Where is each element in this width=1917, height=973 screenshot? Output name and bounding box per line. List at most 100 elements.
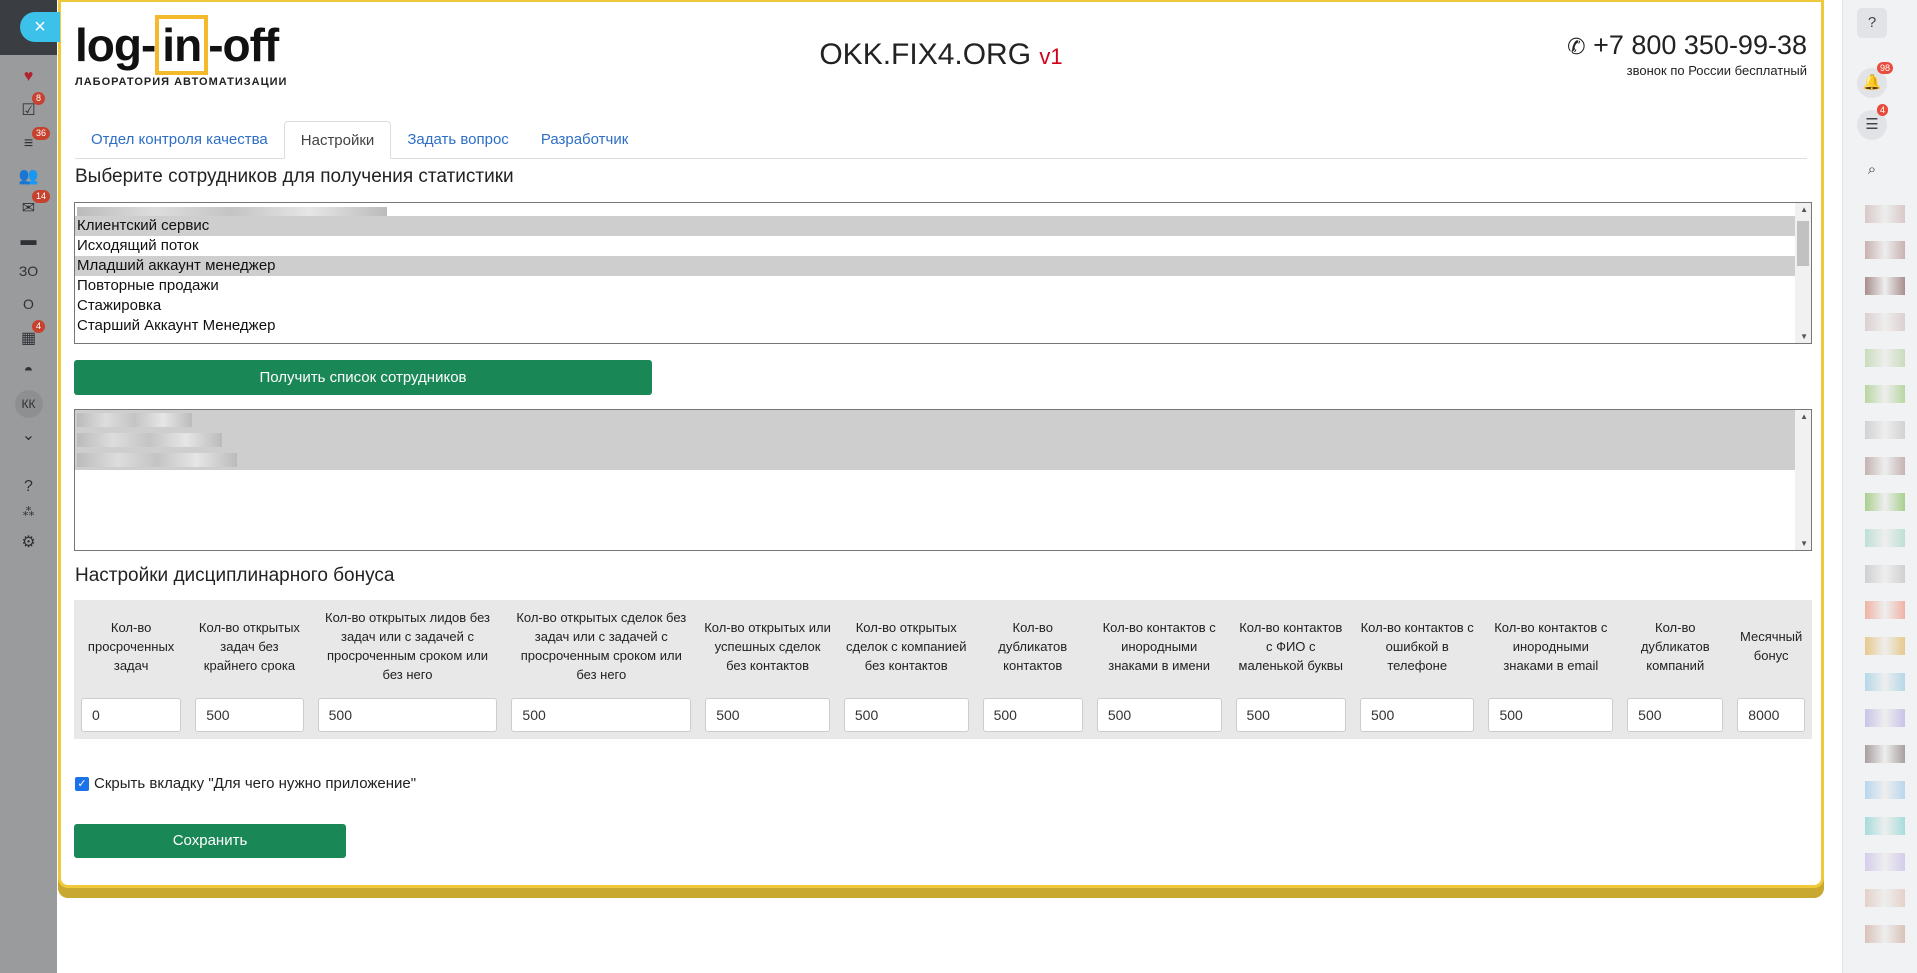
calendar-badge: 4 bbox=[32, 320, 46, 333]
contact-avatar-blurred bbox=[1865, 493, 1905, 511]
bonus-input[interactable] bbox=[317, 698, 498, 732]
column-header: Кол-во открытых сделок без задач или с з… bbox=[516, 610, 687, 682]
bonus-input[interactable] bbox=[1627, 698, 1724, 732]
column-cell bbox=[504, 692, 698, 739]
column-header: Кол-во дубликатов компаний bbox=[1640, 619, 1710, 673]
column-cell bbox=[976, 692, 1090, 739]
column-cell bbox=[1481, 692, 1620, 739]
contact-avatar-blurred bbox=[1865, 637, 1905, 655]
list-item[interactable] bbox=[75, 410, 1811, 430]
contact-avatar-blurred bbox=[1865, 277, 1905, 295]
bonus-input[interactable] bbox=[1488, 698, 1614, 732]
checkbox-label: Скрыть вкладку "Для чего нужно приложени… bbox=[94, 775, 417, 792]
bonus-input[interactable] bbox=[982, 698, 1083, 732]
heart-icon[interactable]: ♥ bbox=[0, 68, 57, 86]
tasks-icon[interactable]: ☑ 8 bbox=[0, 92, 57, 120]
contact-avatar-blurred bbox=[1865, 385, 1905, 403]
page-title: OKK.FIX4.ORG v1 bbox=[61, 38, 1821, 72]
contact-avatar-blurred bbox=[1865, 781, 1905, 799]
column-header: Кол-во контактов с ФИО с маленькой буквы bbox=[1238, 619, 1343, 673]
bonus-input[interactable] bbox=[1235, 698, 1346, 732]
column-header: Кол-во просроченных задач bbox=[87, 619, 175, 673]
contact-avatar-blurred bbox=[1865, 565, 1905, 583]
column-header: Месячный бонус bbox=[1739, 629, 1803, 663]
filter-badge: 36 bbox=[32, 127, 51, 140]
bonus-input[interactable] bbox=[195, 698, 304, 732]
list-item[interactable] bbox=[75, 430, 1811, 450]
column-cell bbox=[698, 692, 837, 739]
bonus-input[interactable] bbox=[705, 698, 830, 732]
list-item[interactable]: Повторные продажи bbox=[75, 276, 1811, 296]
contact-avatar-blurred bbox=[1865, 889, 1905, 907]
tab-developer[interactable]: Разработчик bbox=[525, 121, 644, 158]
bell-icon[interactable]: 🔔 98 bbox=[1857, 62, 1894, 98]
calendar-icon[interactable]: ▦ 4 bbox=[0, 320, 57, 348]
tab-settings[interactable]: Настройки bbox=[283, 121, 392, 159]
mail-icon[interactable]: ✉ 14 bbox=[0, 190, 57, 218]
app-modal: log-in -off ЛАБОРАТОРИЯ АВТОМАТИЗАЦИИ OKK… bbox=[58, 0, 1824, 888]
avatar-initials: КК bbox=[14, 390, 43, 418]
users-icon[interactable]: 👥 bbox=[0, 166, 57, 186]
filter-icon[interactable]: ≡ 36 bbox=[0, 127, 57, 153]
column-cell bbox=[1229, 692, 1353, 739]
close-button[interactable]: × bbox=[20, 12, 60, 42]
phone-number[interactable]: +7 800 350-99-38 bbox=[1593, 30, 1807, 60]
contact-avatar-blurred bbox=[1865, 313, 1905, 331]
list-item[interactable]: Стажировка bbox=[75, 296, 1811, 316]
contact-avatar-blurred bbox=[1865, 205, 1905, 223]
bonus-input[interactable] bbox=[81, 698, 182, 732]
structure-icon[interactable]: ⁂ bbox=[0, 505, 57, 519]
sidebar-item-o[interactable]: О bbox=[0, 296, 57, 312]
contact-avatar-blurred bbox=[1865, 853, 1905, 871]
column-header: Кол-во открытых сделок с компанией без к… bbox=[846, 619, 967, 673]
tasks-badge: 8 bbox=[32, 92, 46, 105]
phone-icon: ✆ bbox=[1567, 34, 1586, 59]
tab-ask-question[interactable]: Задать вопрос bbox=[391, 121, 524, 158]
column-header: Кол-во контактов с инородными знаками в … bbox=[1494, 619, 1608, 673]
sidebar-item-zo[interactable]: ЗО bbox=[0, 263, 57, 279]
contact-avatar-blurred bbox=[1865, 817, 1905, 835]
list-item[interactable]: Клиентский сервис bbox=[75, 216, 1811, 236]
column-header: Кол-во открытых или успешных сделок без … bbox=[704, 619, 831, 673]
list-item[interactable]: Исходящий поток bbox=[75, 236, 1811, 256]
scrollbar[interactable]: ▲ ▼ bbox=[1795, 203, 1811, 343]
column-header: Кол-во открытых задач без крайнего срока bbox=[198, 619, 300, 673]
bonus-input[interactable] bbox=[1737, 698, 1805, 732]
column-header: Кол-во контактов с инородными знаками в … bbox=[1102, 619, 1216, 673]
departments-listbox[interactable]: Клиентский сервис Исходящий поток Младши… bbox=[74, 202, 1812, 344]
checkbox-checked-icon[interactable]: ✓ bbox=[75, 776, 89, 791]
phone-note: звонок по России бесплатный bbox=[1626, 63, 1807, 78]
notifications-badge: 98 bbox=[1877, 62, 1894, 74]
column-cell bbox=[1730, 692, 1812, 739]
get-employees-button[interactable]: Получить список сотрудников bbox=[74, 360, 652, 395]
chevron-down-icon[interactable]: ⌄ bbox=[0, 425, 57, 445]
bonus-input[interactable] bbox=[1096, 698, 1222, 732]
help-icon[interactable]: ? bbox=[1857, 8, 1887, 38]
column-header: Кол-во контактов с ошибкой в телефоне bbox=[1360, 619, 1474, 673]
search-icon[interactable]: ⌕ bbox=[1857, 155, 1887, 185]
employees-heading: Выберите сотрудников для получения стати… bbox=[75, 166, 514, 187]
chat-icon[interactable]: ☰ 4 bbox=[1857, 104, 1889, 140]
list-item[interactable]: Младший аккаунт менеджер bbox=[75, 256, 1811, 276]
gear-icon[interactable]: ⚙ bbox=[0, 532, 57, 552]
contact-avatar-blurred bbox=[1865, 673, 1905, 691]
list-item[interactable] bbox=[75, 450, 1811, 470]
bonus-heading: Настройки дисциплинарного бонуса bbox=[75, 565, 395, 586]
avatar[interactable]: КК bbox=[0, 390, 57, 418]
save-button[interactable]: Сохранить bbox=[74, 824, 346, 858]
bonus-input[interactable] bbox=[511, 698, 692, 732]
bonus-input[interactable] bbox=[843, 698, 969, 732]
scrollbar[interactable]: ▲ ▼ bbox=[1795, 410, 1811, 550]
table-input-row bbox=[74, 692, 1812, 739]
employees-listbox[interactable]: ▲ ▼ bbox=[74, 409, 1812, 551]
inbox-icon[interactable]: ▬ bbox=[0, 232, 57, 250]
tab-quality-control[interactable]: Отдел контроля качества bbox=[75, 121, 284, 158]
list-item[interactable] bbox=[75, 203, 1811, 216]
contact-avatar-blurred bbox=[1865, 421, 1905, 439]
android-icon[interactable]: ◓ bbox=[0, 362, 57, 380]
list-item[interactable]: Старший Аккаунт Менеджер bbox=[75, 316, 1811, 336]
tabs: Отдел контроля качества Настройки Задать… bbox=[75, 121, 1807, 159]
hide-tab-checkbox[interactable]: ✓ Скрыть вкладку "Для чего нужно приложен… bbox=[75, 775, 416, 792]
help-icon[interactable]: ? bbox=[0, 478, 57, 496]
bonus-input[interactable] bbox=[1359, 698, 1475, 732]
